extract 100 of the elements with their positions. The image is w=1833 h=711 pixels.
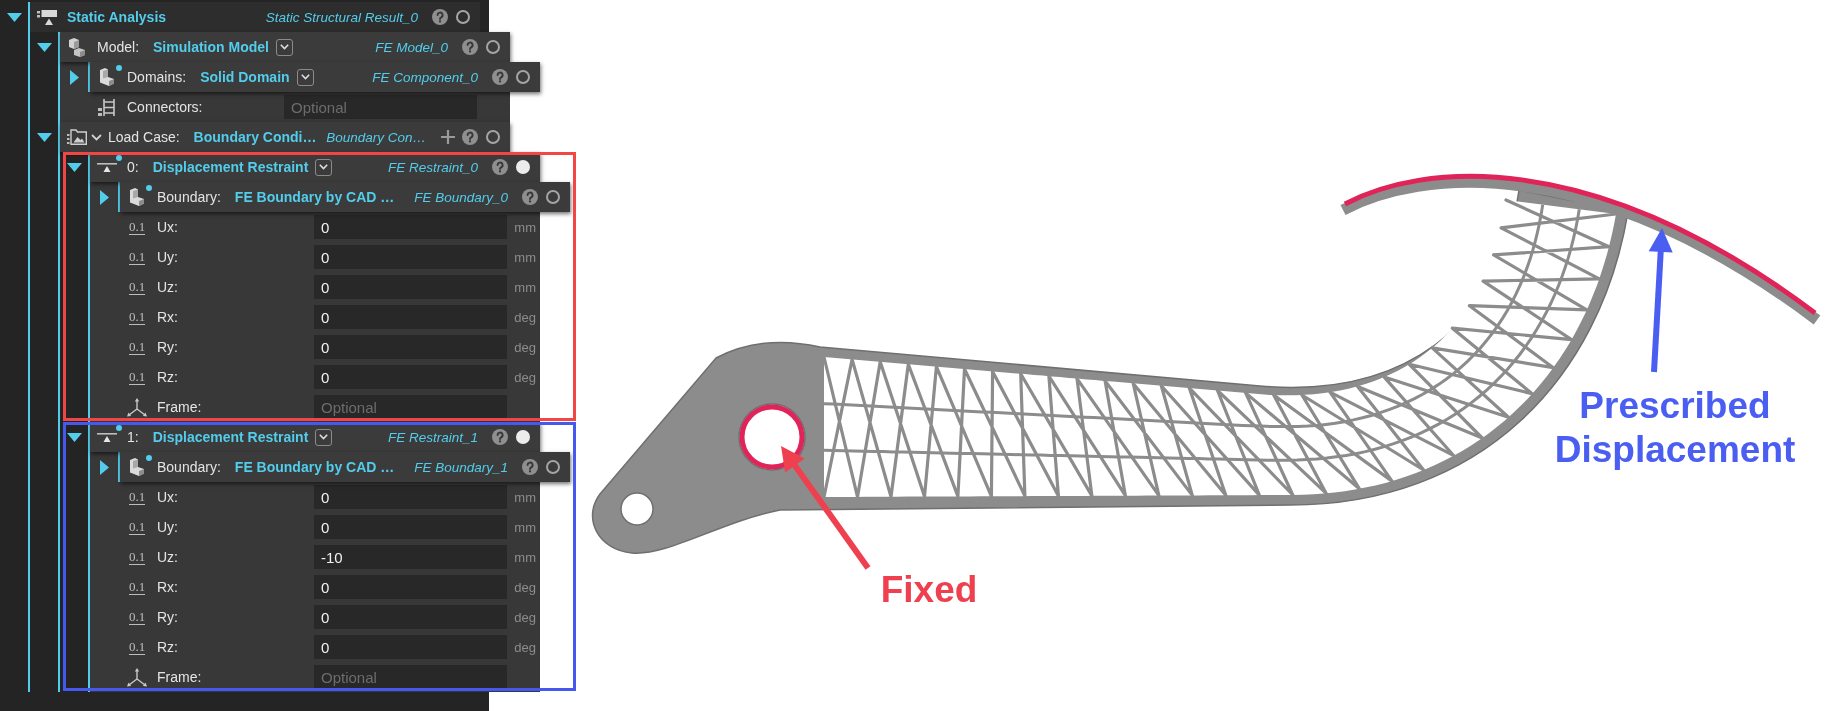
help-icon[interactable] [492, 429, 508, 445]
dropdown-button[interactable] [315, 158, 333, 176]
number-format-glyph: 0.1 [128, 639, 146, 655]
caret-right-icon[interactable] [99, 459, 109, 475]
value-field[interactable]: 0 [314, 275, 507, 299]
type-name: FE Boundary_1 [413, 459, 508, 475]
value-field[interactable]: 0 [314, 335, 507, 359]
unit-label: mm [514, 549, 536, 565]
row-value: Boundary Condi… [193, 129, 317, 145]
unit-label: mm [514, 489, 536, 505]
help-icon[interactable] [522, 189, 538, 205]
axes-icon [127, 667, 147, 687]
annotation-label: Fixed [880, 568, 978, 612]
chevron-down-icon [319, 164, 329, 170]
field-label: Frame: [157, 399, 202, 415]
dropdown-button[interactable] [315, 428, 333, 446]
unit-label: deg [514, 579, 536, 595]
chevron-down-icon [279, 44, 289, 50]
ring-icon[interactable] [486, 130, 500, 144]
row-label: 1: [127, 429, 139, 445]
tree-row[interactable]: Static Analysis Static Structural Result_0 [30, 2, 480, 32]
unit-label: deg [514, 339, 536, 355]
block-icon [130, 188, 144, 206]
ring-icon[interactable] [546, 460, 560, 474]
number-format-glyph: 0.1 [128, 279, 146, 295]
block-icon [130, 458, 144, 476]
tree-row[interactable]: Boundary: FE Boundary by CAD … FE Boundary_0 [120, 182, 570, 212]
help-icon[interactable] [522, 459, 538, 475]
help-icon[interactable] [462, 39, 478, 55]
value-field[interactable]: 0 [314, 245, 507, 269]
axes-icon [127, 397, 147, 417]
ring-icon[interactable] [546, 190, 560, 204]
field-label: Rx: [157, 579, 178, 595]
filled-circle-icon[interactable] [516, 430, 530, 444]
unit-label: deg [514, 369, 536, 385]
type-name: FE Boundary_0 [413, 189, 508, 205]
tree-row[interactable]: Boundary: FE Boundary by CAD … FE Boundary_1 [120, 452, 570, 482]
field-label: Uz: [157, 549, 178, 565]
number-format-glyph: 0.1 [128, 339, 146, 355]
camera-icon [37, 9, 57, 25]
value-field[interactable]: 0 [314, 635, 507, 659]
number-format-glyph: 0.1 [128, 489, 146, 505]
row-label: Load Case: [108, 129, 180, 145]
filled-circle-icon[interactable] [516, 160, 530, 174]
tree-row[interactable]: Domains: Solid Domain FE Component_0 [90, 62, 540, 92]
chevron-down-icon [300, 74, 310, 80]
help-icon[interactable] [492, 159, 508, 175]
caret-right-icon[interactable] [99, 189, 109, 205]
value-field[interactable]: 0 [314, 305, 507, 329]
row-label: 0: [127, 159, 139, 175]
value-field[interactable]: 0 [314, 215, 507, 239]
number-format-glyph: 0.1 [128, 249, 146, 265]
dropdown-button[interactable] [296, 68, 314, 86]
tree-row[interactable]: Model: Simulation Model FE Model_0 [60, 32, 510, 62]
caret-down-icon[interactable] [66, 162, 82, 172]
number-format-glyph: 0.1 [128, 309, 146, 325]
type-name: Static Structural Result_0 [264, 9, 418, 25]
unit-label: deg [514, 609, 536, 625]
support-icon [97, 432, 117, 442]
input-field[interactable]: Optional [284, 95, 477, 119]
value-field[interactable]: -10 [314, 545, 507, 569]
add-button[interactable] [441, 130, 455, 144]
type-name: Boundary Con… [325, 129, 426, 145]
type-name: FE Component_0 [371, 69, 478, 85]
unit-label: mm [514, 219, 536, 235]
input-field[interactable]: Optional [314, 395, 507, 419]
fixed-hole-ring [739, 404, 805, 470]
number-format-glyph: 0.1 [128, 609, 146, 625]
row-value: Displacement Restraint [152, 159, 309, 175]
type-name: FE Model_0 [374, 39, 448, 55]
value-field[interactable]: 0 [314, 485, 507, 509]
blocks-icon [69, 37, 85, 57]
row-label: Model: [97, 39, 140, 55]
caret-down-icon[interactable] [36, 132, 52, 142]
value-field[interactable]: 0 [314, 575, 507, 599]
value-field[interactable]: 0 [314, 365, 507, 389]
input-field[interactable]: Optional [314, 665, 507, 689]
tree-row[interactable]: Load Case: Boundary Condi… Boundary Con… [60, 122, 510, 152]
field-label: Uy: [157, 519, 178, 535]
value-field[interactable]: 0 [314, 605, 507, 629]
ring-icon[interactable] [486, 40, 500, 54]
caret-down-icon[interactable] [66, 432, 82, 442]
field-label: Rx: [157, 309, 178, 325]
type-name: FE Restraint_0 [386, 159, 478, 175]
help-icon[interactable] [432, 9, 448, 25]
field-label: Ux: [157, 489, 178, 505]
help-icon[interactable] [462, 129, 478, 145]
caret-right-icon[interactable] [69, 69, 79, 85]
ring-icon[interactable] [456, 10, 470, 24]
help-icon[interactable] [492, 69, 508, 85]
caret-down-icon[interactable] [36, 42, 52, 52]
field-label: Connectors: [127, 99, 203, 115]
dropdown-button[interactable] [275, 38, 293, 56]
chevron-down-icon[interactable] [91, 133, 102, 141]
row-value: Solid Domain [200, 69, 290, 85]
value-field[interactable]: 0 [314, 515, 507, 539]
unit-label: deg [514, 639, 536, 655]
ring-icon[interactable] [516, 70, 530, 84]
caret-down-icon[interactable] [6, 12, 22, 22]
row-value: FE Boundary by CAD … [234, 459, 395, 475]
